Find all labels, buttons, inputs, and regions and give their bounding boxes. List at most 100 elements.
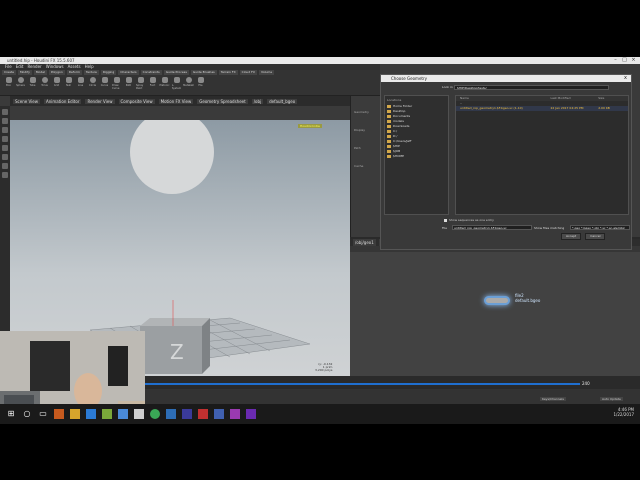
viewport-path[interactable]: /obj xyxy=(251,98,264,104)
start-icon[interactable]: ⊞ xyxy=(6,409,16,419)
timeline-track[interactable] xyxy=(115,383,580,385)
shelf-tool-line[interactable]: Line xyxy=(76,77,85,90)
shelf-tool-spray-paint[interactable]: Spray Paint xyxy=(136,77,145,90)
metaball-icon xyxy=(185,77,192,83)
keyframes-button[interactable]: Keys/Channels xyxy=(540,397,566,401)
houdini-icon[interactable] xyxy=(54,409,64,419)
file-input[interactable] xyxy=(452,225,532,230)
scale-icon[interactable] xyxy=(2,136,8,142)
shelf-tab[interactable]: Texture xyxy=(83,70,99,75)
shelf-tool-tube[interactable]: Tube xyxy=(28,77,37,90)
shelf-tab[interactable]: Cloud FX xyxy=(239,70,257,75)
folder-icon xyxy=(387,120,391,123)
select-icon[interactable] xyxy=(2,109,8,115)
shelf-tab[interactable]: Create xyxy=(2,70,16,75)
snap-icon[interactable] xyxy=(2,172,8,178)
viewport-node[interactable]: default_bgeo xyxy=(267,98,298,104)
app-icon[interactable] xyxy=(134,409,144,419)
shelf-tab[interactable]: Terrain FX xyxy=(218,70,238,75)
sequence-checkbox-row[interactable]: Show sequences as one entry xyxy=(444,218,494,222)
cancel-button[interactable]: Cancel xyxy=(585,233,606,240)
tab-composite-view[interactable]: Composite View xyxy=(118,98,155,104)
shelf-tool-file[interactable]: File xyxy=(196,77,205,90)
app-icon[interactable] xyxy=(214,409,224,419)
move-icon[interactable] xyxy=(2,118,8,124)
shelf-tab[interactable]: Rigging xyxy=(100,70,117,75)
chrome-icon[interactable] xyxy=(150,409,160,419)
minimize-icon[interactable]: – xyxy=(611,57,620,64)
shelf-tool-circle[interactable]: Circle xyxy=(88,77,97,90)
close-icon[interactable]: x xyxy=(624,75,627,81)
explorer-icon[interactable] xyxy=(70,409,80,419)
task-view-icon[interactable]: ▭ xyxy=(38,409,48,419)
sequence-checkbox[interactable] xyxy=(444,218,447,222)
shelf-tab[interactable]: Characters xyxy=(118,70,139,75)
shelf-tab[interactable]: Model xyxy=(33,70,47,75)
network-editor[interactable]: /obj/geo1 Tree View Material Palette Ass… xyxy=(350,237,640,376)
parm-label: Geometry xyxy=(354,110,369,114)
shelf-tool-metaball[interactable]: Metaball xyxy=(183,77,194,90)
maximize-icon[interactable]: □ xyxy=(620,57,629,64)
path-input[interactable] xyxy=(454,85,609,90)
shelf-tool-path[interactable]: Path xyxy=(124,77,133,90)
app-icon[interactable] xyxy=(118,409,128,419)
tab-geometry-spreadsheet[interactable]: Geometry Spreadsheet xyxy=(197,98,248,104)
app-icon[interactable] xyxy=(246,409,256,419)
app-icon[interactable] xyxy=(86,409,96,419)
close-icon[interactable]: × xyxy=(629,57,638,64)
filter-select[interactable]: *.geo *.bgeo *.obj *.sc *.sc-alembic xyxy=(570,225,630,230)
houdini-window: untitled.hip - Houdini FX 15.5.607 – □ ×… xyxy=(0,57,640,404)
rotate-icon[interactable] xyxy=(2,127,8,133)
app-icon[interactable] xyxy=(102,409,112,419)
pose-icon[interactable] xyxy=(2,154,8,160)
torus-icon xyxy=(41,77,48,83)
shelf-tool-curve[interactable]: Curve xyxy=(100,77,109,90)
view-icon[interactable] xyxy=(2,163,8,169)
shelf-tool-draw-curve[interactable]: Draw Curve xyxy=(112,77,121,90)
shelf-tool-platonic[interactable]: Platonic xyxy=(160,77,169,90)
shelf-tab[interactable]: Guide Process xyxy=(163,70,189,75)
tab-render-view[interactable]: Render View xyxy=(85,98,115,104)
file-list: Name Last Modified Size .. untitled_rop_… xyxy=(455,95,629,215)
search-icon[interactable]: ○ xyxy=(22,409,32,419)
shelf-tool-null[interactable]: Null xyxy=(64,77,73,90)
app-icon[interactable] xyxy=(166,409,176,419)
app-icon[interactable] xyxy=(182,409,192,419)
sequence-checkbox-label: Show sequences as one entry xyxy=(449,218,494,222)
shelf-tab[interactable]: Guide Brushes xyxy=(190,70,217,75)
file-row[interactable]: untitled_rop_geometry1.$F.bgeo.sc (1-10)… xyxy=(456,106,628,111)
tab-animation-editor[interactable]: Animation Editor xyxy=(43,98,82,104)
shelf-tool-torus[interactable]: Torus xyxy=(40,77,49,90)
location-item[interactable]: $HOME xyxy=(387,154,446,159)
node-body[interactable] xyxy=(484,296,510,305)
file-node[interactable]: file2 default.bgeo xyxy=(480,292,540,310)
dialog-buttons: Accept Cancel xyxy=(561,233,606,240)
shelf-tool-grid[interactable]: Grid xyxy=(52,77,61,90)
tab-motion-fx-view[interactable]: Motion FX View xyxy=(158,98,194,104)
shelf-tab[interactable]: Volume xyxy=(258,70,275,75)
handle-icon[interactable] xyxy=(2,145,8,151)
shelf-tab[interactable]: Deform xyxy=(66,70,82,75)
system-tray[interactable]: 4:46 PM 1/22/2017 xyxy=(613,407,634,417)
shelf-tool-l-system[interactable]: L-System xyxy=(172,77,181,90)
shelf-tool-font[interactable]: Font xyxy=(148,77,157,90)
accept-button[interactable]: Accept xyxy=(561,233,582,240)
end-frame[interactable]: 240 xyxy=(582,381,590,386)
app-icon[interactable] xyxy=(198,409,208,419)
shelf-tool-sphere[interactable]: Sphere xyxy=(16,77,25,90)
shelf-tool-box[interactable]: Box xyxy=(4,77,13,90)
tab-scene-view[interactable]: Scene View xyxy=(13,98,40,104)
webcam-image xyxy=(0,331,145,404)
folder-icon xyxy=(387,110,391,113)
file-row-input: File Show files matching *.geo *.bgeo *.… xyxy=(384,225,630,231)
tab-network-path[interactable]: /obj/geo1 xyxy=(353,239,376,246)
viewport-label: Houdini Indie xyxy=(298,124,322,128)
app-icon[interactable] xyxy=(230,409,240,419)
clock-date: 1/22/2017 xyxy=(613,412,634,417)
shelf-tab[interactable]: Polygon xyxy=(48,70,65,75)
auto-update-button[interactable]: Auto Update xyxy=(600,397,623,401)
title-bar: untitled.hip - Houdini FX 15.5.607 – □ × xyxy=(0,57,640,64)
shelf-tab[interactable]: Constraints xyxy=(140,70,162,75)
window-title: untitled.hip - Houdini FX 15.5.607 xyxy=(7,58,75,63)
shelf-tab[interactable]: Modify xyxy=(17,70,32,75)
